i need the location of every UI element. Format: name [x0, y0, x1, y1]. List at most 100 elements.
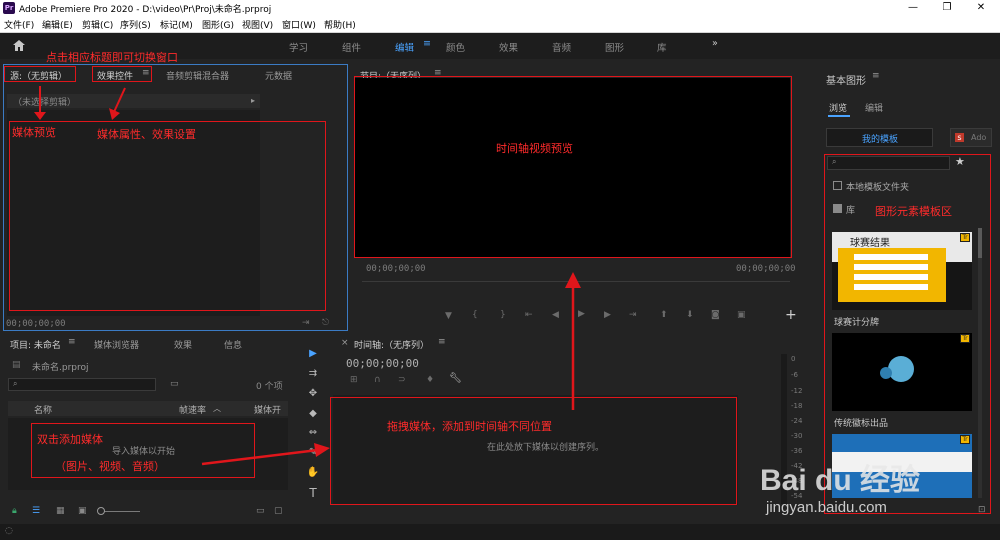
- mark-in-icon[interactable]: {: [472, 310, 478, 320]
- track-select-tool-icon[interactable]: ⇉: [306, 367, 320, 381]
- linked-selection-icon[interactable]: ⊃: [398, 375, 406, 385]
- camera-icon[interactable]: ◙: [711, 310, 720, 320]
- razor-tool-icon[interactable]: ◆: [306, 407, 320, 421]
- menu-edit[interactable]: 编辑(E): [42, 18, 73, 31]
- compare-icon[interactable]: ▣: [737, 310, 746, 320]
- workspace-menu-icon[interactable]: ≡: [423, 38, 431, 49]
- go-to-out-icon[interactable]: ⇥: [629, 310, 637, 320]
- title-bar: Pr Adobe Premiere Pro 2020 - D:\video\Pr…: [0, 0, 1000, 16]
- meter-tick-36: -36: [791, 447, 803, 455]
- baidu-watermark: Bai du 经验 jingyan.baidu.com: [760, 455, 980, 525]
- timeline-close-icon[interactable]: ×: [341, 338, 349, 348]
- tab-effects[interactable]: 效果: [174, 338, 192, 351]
- workspace-libraries[interactable]: 库: [657, 40, 667, 54]
- menu-clip[interactable]: 剪辑(C): [82, 18, 113, 31]
- project-column-header: 名称 帧速率 ︿ 媒体开: [8, 401, 288, 416]
- ripple-edit-tool-icon[interactable]: ✥: [306, 387, 320, 401]
- mark-out-icon[interactable]: }: [500, 310, 506, 320]
- annotation-box-program-preview: [354, 76, 792, 258]
- column-media-start[interactable]: 媒体开: [254, 403, 281, 416]
- new-bin-icon[interactable]: ▭: [170, 379, 179, 389]
- annotation-double-click: 双击添加媒体: [37, 433, 103, 446]
- export-frame-icon[interactable]: ⇥: [302, 318, 310, 328]
- go-to-in-icon[interactable]: ⇤: [525, 310, 533, 320]
- project-file-name: 未命名.prproj: [32, 363, 89, 373]
- home-icon[interactable]: [12, 39, 26, 52]
- menu-file[interactable]: 文件(F): [4, 18, 34, 31]
- workspace-assembly[interactable]: 组件: [342, 40, 361, 54]
- annotation-media-types: （图片、视频、音频）: [55, 460, 165, 473]
- marker-icon[interactable]: ♦: [426, 375, 434, 385]
- menu-marker[interactable]: 标记(M): [160, 18, 193, 31]
- menu-graphics[interactable]: 图形(G): [202, 18, 234, 31]
- selection-tool-icon[interactable]: ▶: [306, 347, 320, 361]
- type-tool-icon[interactable]: T: [306, 486, 320, 500]
- timeline-menu-icon[interactable]: ≡: [438, 337, 446, 347]
- menu-view[interactable]: 视图(V): [242, 18, 273, 31]
- timeline-timecode: 00;00;00;00: [346, 357, 419, 370]
- menu-bar: 文件(F) 编辑(E) 剪辑(C) 序列(S) 标记(M) 图形(G) 视图(V…: [0, 16, 1000, 33]
- workspace-graphics[interactable]: 图形: [605, 40, 624, 54]
- lock-icon[interactable]: 🔒︎: [12, 506, 17, 516]
- graphics-menu-icon[interactable]: ≡: [872, 71, 880, 81]
- column-name[interactable]: 名称: [34, 403, 52, 416]
- close-button[interactable]: ✕: [966, 1, 996, 15]
- icon-view-icon[interactable]: ▦: [56, 506, 65, 516]
- add-button[interactable]: +: [785, 307, 797, 323]
- freeform-view-icon[interactable]: ▣: [78, 506, 87, 516]
- item-count: 0 个项: [256, 382, 283, 392]
- tab-metadata[interactable]: 元数据: [265, 69, 292, 82]
- new-item-icon[interactable]: ▢: [274, 506, 283, 516]
- project-menu-icon[interactable]: ≡: [68, 337, 76, 347]
- tab-edit[interactable]: 编辑: [865, 101, 883, 114]
- workspace-color[interactable]: 颜色: [446, 40, 465, 54]
- extract-icon[interactable]: ⬇: [686, 310, 694, 320]
- new-bin-footer-icon[interactable]: ▭: [256, 506, 265, 516]
- workspace-audio[interactable]: 音频: [552, 40, 571, 54]
- tab-info[interactable]: 信息: [224, 338, 242, 351]
- column-frame-rate[interactable]: 帧速率: [179, 403, 206, 416]
- source-timecode: 00;00;00;00: [6, 319, 66, 329]
- annotation-graphics-area: 图形元素模板区: [875, 205, 952, 218]
- workspace-effects[interactable]: 效果: [499, 40, 518, 54]
- tab-audio-clip-mixer[interactable]: 音频剪辑混合器: [166, 69, 229, 82]
- annotation-drag-hint: 拖拽媒体，添加到时间轴不同位置: [387, 420, 552, 433]
- settings-icon[interactable]: ⎋: [322, 318, 329, 328]
- minimize-button[interactable]: —: [898, 1, 928, 15]
- program-timecode-right: 00;00;00;00: [736, 264, 796, 274]
- zoom-slider-handle[interactable]: [97, 507, 105, 515]
- workspace-learn[interactable]: 学习: [289, 40, 308, 54]
- wrench-icon[interactable]: 🔧︎: [449, 373, 462, 384]
- workspace-editing[interactable]: 编辑: [395, 40, 414, 54]
- adobe-stock-button[interactable]: s Ado: [950, 128, 992, 147]
- my-templates-label: 我的模板: [862, 135, 899, 145]
- tab-browse[interactable]: 浏览: [829, 101, 847, 114]
- menu-sequence[interactable]: 序列(S): [120, 18, 151, 31]
- menu-window[interactable]: 窗口(W): [282, 18, 316, 31]
- snap-icon[interactable]: ∩: [374, 375, 381, 385]
- project-search-input[interactable]: ⌕: [8, 378, 156, 391]
- my-templates-button[interactable]: 我的模板: [826, 128, 933, 147]
- list-view-icon[interactable]: ☰: [32, 506, 40, 516]
- add-marker-icon[interactable]: ▼: [445, 311, 452, 321]
- step-forward-icon[interactable]: ▶: [604, 310, 611, 320]
- tab-project[interactable]: 项目: 未命名: [10, 338, 61, 351]
- nest-icon[interactable]: ⊞: [350, 375, 358, 385]
- lift-icon[interactable]: ⬆: [660, 310, 668, 320]
- slip-tool-icon[interactable]: ⇔: [306, 426, 320, 440]
- adobe-stock-label: Ado: [971, 133, 987, 142]
- meter-tick-12: -12: [791, 387, 803, 395]
- tab-media-browser[interactable]: 媒体浏览器: [94, 338, 139, 351]
- status-icon: ◌: [5, 526, 13, 536]
- sort-up-icon[interactable]: ︿: [213, 403, 221, 414]
- maximize-button[interactable]: ❐: [932, 1, 962, 15]
- stock-icon: s: [955, 133, 964, 142]
- annotation-box-timeline: [330, 397, 737, 505]
- annotation-arrow-up: [565, 272, 581, 410]
- workspace-more-button[interactable]: »: [712, 38, 718, 49]
- menu-help[interactable]: 帮助(H): [324, 18, 356, 31]
- annotation-timeline-preview: 时间轴视频预览: [496, 142, 573, 155]
- annotation-box-source-tab: [4, 66, 76, 82]
- timeline-title[interactable]: 时间轴:（无序列）: [354, 338, 429, 351]
- annotation-effect-settings: 媒体属性、效果设置: [97, 128, 196, 141]
